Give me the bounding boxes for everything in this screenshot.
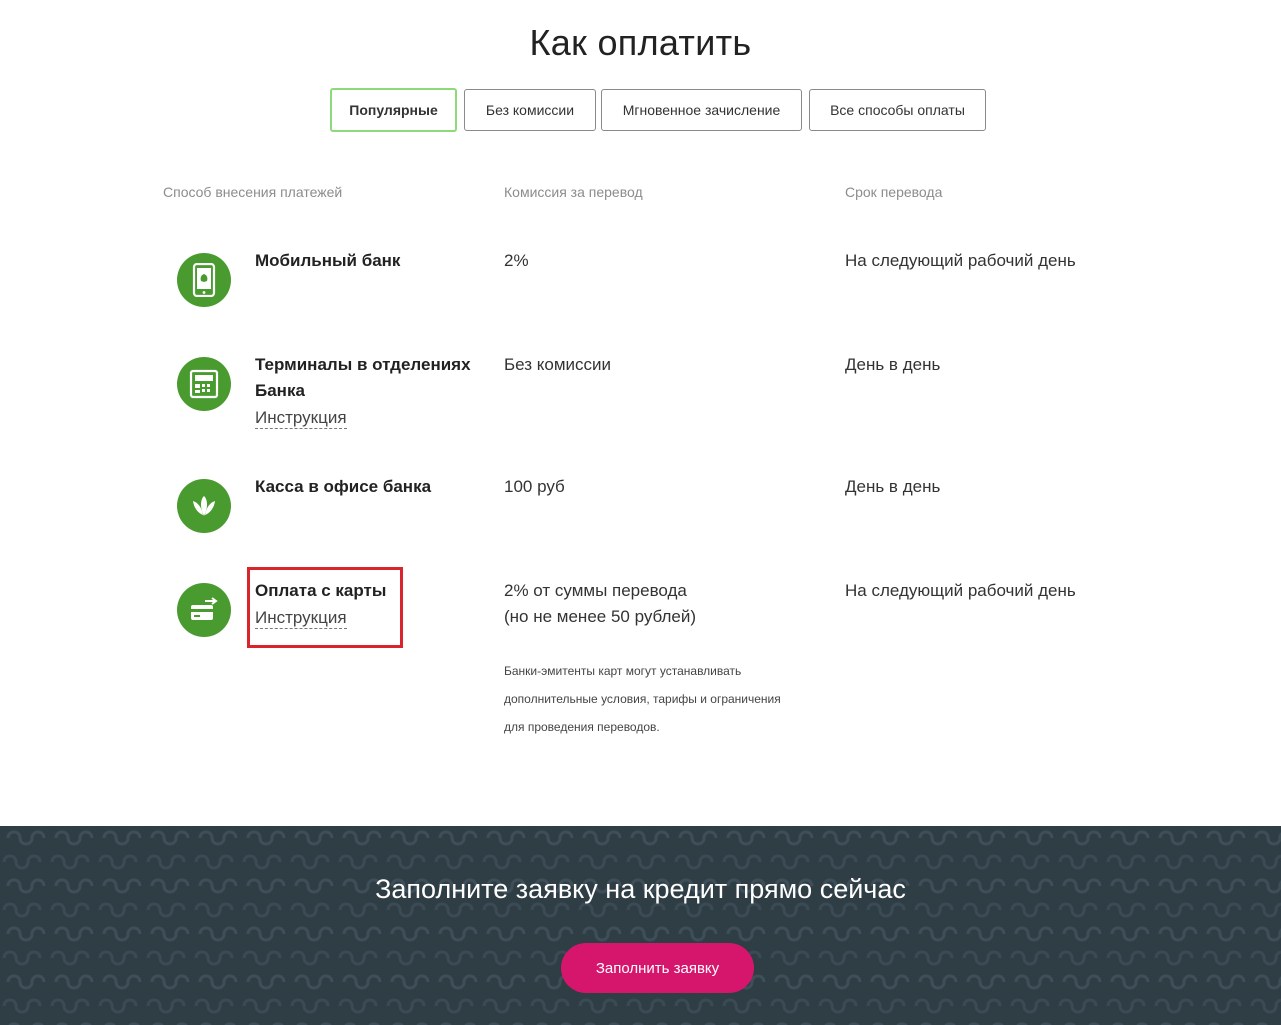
- fee-note-line-2: дополнительные условия, тарифы и огранич…: [504, 692, 781, 706]
- background-pattern: [0, 826, 1281, 1025]
- tab-all-methods[interactable]: Все способы оплаты: [809, 89, 986, 131]
- page: Как оплатить Популярные Без комиссии Мгн…: [0, 0, 1281, 1025]
- column-header-method: Способ внесения платежей: [163, 184, 343, 200]
- fee-note-line-1: Банки-эмитенты карт могут устанавливать: [504, 664, 742, 678]
- time-value: День в день: [845, 355, 941, 374]
- instruction-link[interactable]: Инструкция: [255, 408, 347, 429]
- credit-application-banner: Заполните заявку на кредит прямо сейчас …: [0, 826, 1281, 1025]
- column-header-fee: Комиссия за перевод: [504, 184, 643, 200]
- fee-line-1: 2% от суммы перевода: [504, 581, 687, 600]
- card-transfer-icon: [177, 583, 231, 637]
- method-name: Мобильный банк: [255, 251, 401, 270]
- tab-instant[interactable]: Мгновенное зачисление: [601, 89, 802, 131]
- time-value: На следующий рабочий день: [845, 251, 1076, 270]
- fee-note: Банки-эмитенты карт могут устанавливать …: [504, 657, 834, 741]
- fee-value: Без комиссии: [504, 355, 612, 374]
- time-value: На следующий рабочий день: [845, 581, 1076, 600]
- apply-button[interactable]: Заполнить заявку: [561, 943, 754, 993]
- fee-note-line-3: для проведения переводов.: [504, 720, 660, 734]
- table-row-cashier: Касса в офисе банка: [255, 474, 485, 500]
- method-name: Касса в офисе банка: [255, 477, 432, 496]
- fee-line-2: (но не менее 50 рублей): [504, 607, 697, 626]
- mobile-phone-icon: [177, 253, 231, 307]
- page-title: Как оплатить: [529, 22, 752, 63]
- tab-popular[interactable]: Популярные: [330, 88, 457, 132]
- time-value: День в день: [845, 477, 941, 496]
- fee-value: 100 руб: [504, 477, 565, 496]
- table-row-mobile-bank: Мобильный банк: [255, 248, 485, 274]
- payment-tabs: Популярные Без комиссии Мгновенное зачис…: [0, 88, 1281, 132]
- terminal-icon: [177, 357, 231, 411]
- banner-heading: Заполните заявку на кредит прямо сейчас: [375, 874, 906, 904]
- tab-no-fee[interactable]: Без комиссии: [464, 89, 596, 131]
- fee-value: 2%: [504, 251, 529, 270]
- table-row-terminals: Терминалы в отделениях Банка Инструкция: [255, 352, 485, 431]
- highlight-box: [247, 567, 403, 648]
- method-name: Терминалы в отделениях Банка: [255, 355, 471, 400]
- fee-value: 2% от суммы перевода (но не менее 50 руб…: [504, 578, 696, 630]
- column-header-time: Срок перевода: [845, 184, 943, 200]
- bank-leaf-icon: [177, 479, 231, 533]
